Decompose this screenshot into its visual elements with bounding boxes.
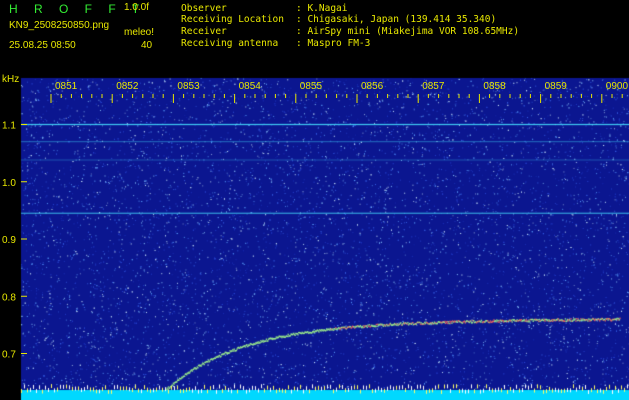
observer-value: : K.Nagai	[296, 3, 348, 14]
antenna-value: : Maspro FM-3	[296, 38, 371, 49]
meteor-label: meleo!	[124, 27, 155, 38]
hrofft-screen: H R O F F T 1.0.0f KN9_2508250850.png me…	[0, 0, 629, 400]
receiver-value: : AirSpy mini (Miakejima VOR 108.65MHz)	[296, 26, 520, 37]
observation-datetime: 25.08.25 08:50	[9, 40, 76, 51]
spectrogram	[0, 72, 629, 400]
location-label: Receiving Location	[181, 14, 284, 25]
location-value: : Chigasaki, Japan (139.414 35.340)	[296, 14, 497, 25]
meteor-count: 40	[141, 40, 153, 51]
file-name: KN9_2508250850.png	[9, 20, 110, 31]
app-version: 1.0.0f	[124, 2, 150, 13]
antenna-label: Receiving antenna	[181, 38, 279, 49]
receiver-label: Receiver	[181, 26, 227, 37]
observer-label: Observer	[181, 3, 227, 14]
header-panel: H R O F F T 1.0.0f KN9_2508250850.png me…	[0, 0, 629, 72]
